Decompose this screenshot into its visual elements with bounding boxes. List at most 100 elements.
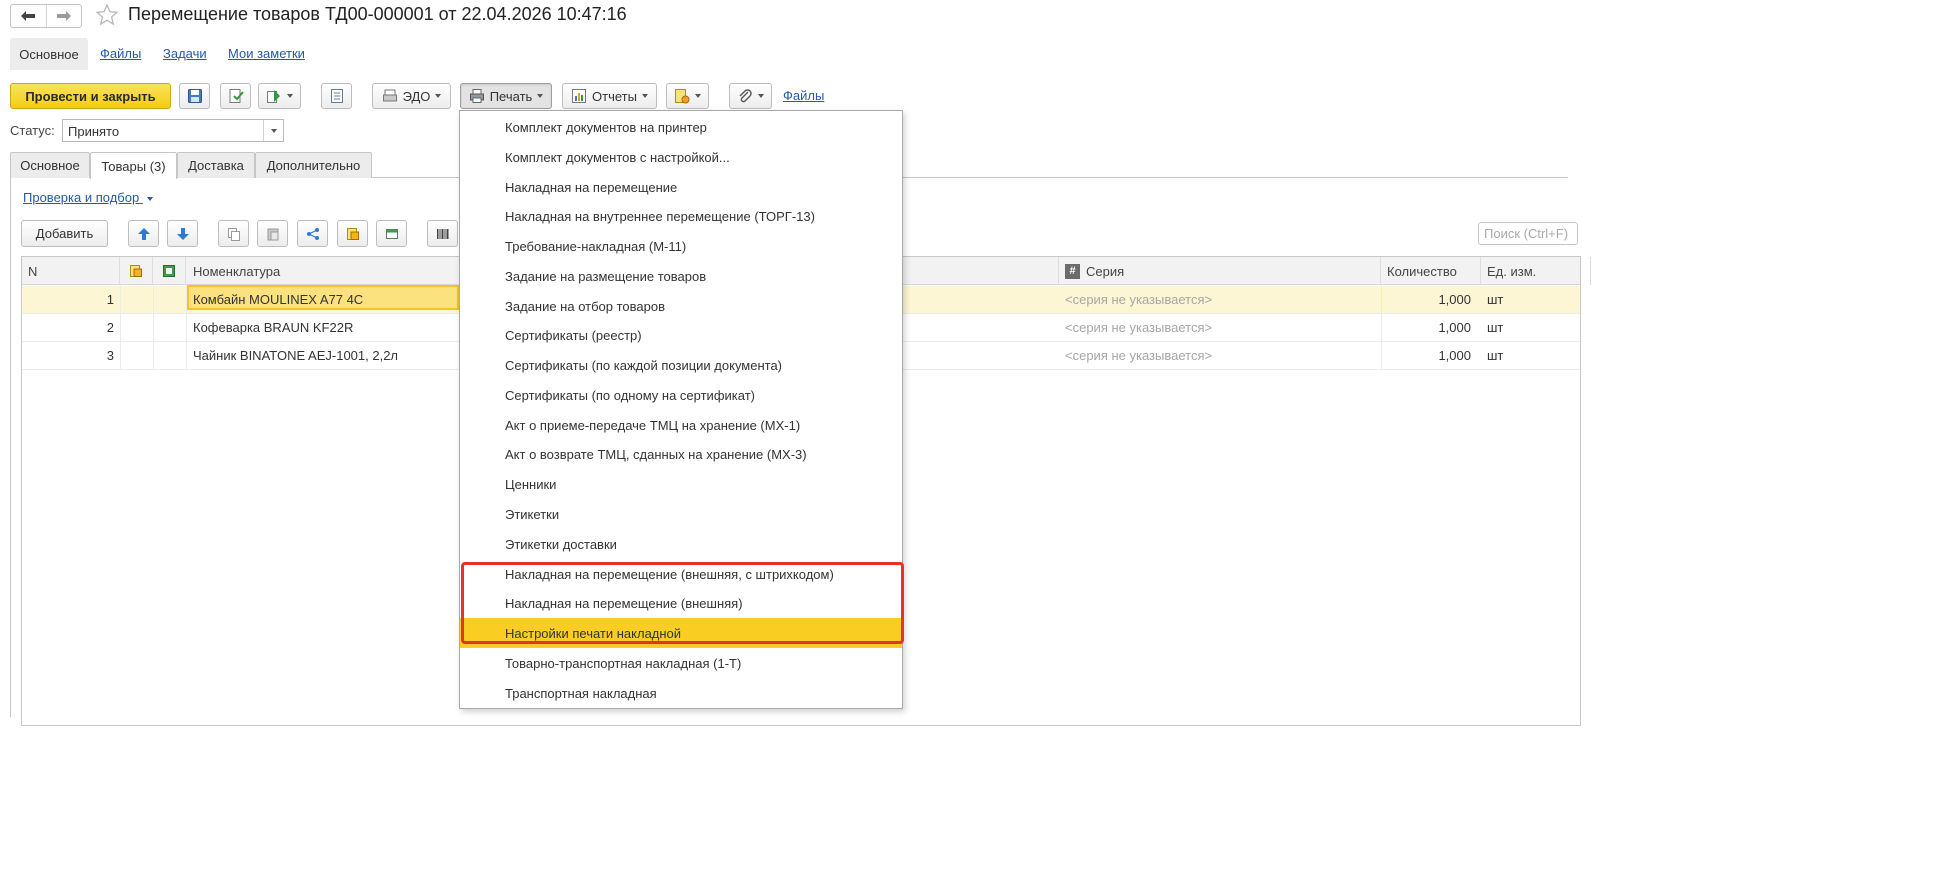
column-divider	[1381, 285, 1382, 369]
search-input[interactable]: Поиск (Ctrl+F)	[1478, 222, 1578, 245]
tab-goods[interactable]: Товары (3)	[90, 152, 177, 179]
favorite-star-icon[interactable]	[95, 3, 119, 27]
row-number: 3	[106, 348, 114, 363]
check-and-select-link[interactable]: Проверка и подбор	[23, 190, 153, 205]
arrow-right-icon	[56, 11, 71, 21]
arrow-left-icon	[21, 11, 36, 21]
move-down-button[interactable]	[167, 220, 198, 247]
paperclip-icon	[739, 89, 752, 103]
fill-table-button[interactable]	[376, 220, 407, 247]
menu-item[interactable]: Товарно-транспортная накладная (1-Т)	[460, 648, 902, 678]
chevron-down-icon	[537, 94, 544, 98]
menu-item[interactable]: Акт о приеме-передаче ТМЦ на хранение (М…	[460, 410, 902, 440]
section-tab-main[interactable]: Основное	[10, 38, 88, 70]
chevron-down-icon	[758, 94, 764, 98]
column-header-quantity[interactable]: Количество	[1381, 257, 1481, 285]
menu-item[interactable]: Комплект документов на принтер	[460, 112, 902, 142]
files-link[interactable]: Файлы	[783, 88, 824, 103]
floppy-disk-icon	[187, 89, 202, 103]
menu-item[interactable]: Требование-накладная (М-11)	[460, 231, 902, 261]
column-header-doc-icon[interactable]	[120, 257, 153, 285]
row-series[interactable]: <серия не указывается>	[1059, 314, 1218, 341]
row-quantity[interactable]: 1,000	[1381, 342, 1477, 369]
chevron-down-icon	[287, 94, 293, 98]
add-row-button[interactable]: Добавить	[21, 220, 108, 247]
menu-item[interactable]: Накладная на перемещение	[460, 172, 902, 202]
column-header-status-icon[interactable]	[153, 257, 186, 285]
section-tab-files[interactable]: Файлы	[100, 46, 141, 61]
tab-additional[interactable]: Дополнительно	[255, 152, 372, 178]
column-header-n[interactable]: N	[22, 257, 120, 285]
chevron-down-icon	[695, 94, 701, 98]
split-row-button[interactable]	[297, 220, 328, 247]
menu-item[interactable]: Комплект документов с настройкой...	[460, 142, 902, 172]
menu-item[interactable]: Сертификаты (реестр)	[460, 320, 902, 350]
status-select[interactable]: Принято	[62, 119, 284, 142]
post-button[interactable]	[220, 83, 251, 109]
edo-button[interactable]: ЭДО	[372, 83, 451, 109]
create-based-on-button[interactable]	[258, 83, 301, 109]
attach-file-button[interactable]	[729, 83, 772, 109]
barcode-button[interactable]	[427, 220, 458, 247]
forward-button[interactable]	[45, 5, 82, 27]
row-number: 2	[106, 320, 114, 335]
menu-item[interactable]: Накладная на внутреннее перемещение (ТОР…	[460, 201, 902, 231]
chevron-down-icon	[435, 94, 442, 98]
post-and-close-button[interactable]: Провести и закрыть	[10, 83, 171, 109]
paste-row-button[interactable]	[257, 220, 288, 247]
column-header-unit[interactable]: Ед. изм.	[1481, 257, 1591, 285]
structure-button[interactable]	[321, 83, 352, 109]
check-and-select-label: Проверка и подбор	[23, 190, 140, 205]
additional-actions-button[interactable]	[666, 83, 709, 109]
copy-row-button[interactable]	[218, 220, 249, 247]
row-series[interactable]: <серия не указывается>	[1059, 342, 1218, 369]
menu-item-highlighted[interactable]: Настройки печати накладной	[460, 618, 902, 648]
section-tab-notes[interactable]: Мои заметки	[228, 46, 305, 61]
create-based-on-icon	[267, 90, 280, 103]
printer-icon	[469, 89, 484, 103]
save-button[interactable]	[179, 83, 210, 109]
row-quantity[interactable]: 1,000	[1381, 314, 1477, 341]
print-button[interactable]: Печать	[460, 83, 552, 109]
menu-item[interactable]: Задание на размещение товаров	[460, 261, 902, 291]
green-status-icon	[163, 265, 175, 277]
menu-item[interactable]: Ценники	[460, 469, 902, 499]
move-up-button[interactable]	[128, 220, 159, 247]
row-quantity[interactable]: 1,000	[1381, 286, 1477, 313]
row-series[interactable]: <серия не указывается>	[1059, 286, 1218, 313]
tab-delivery[interactable]: Доставка	[177, 152, 255, 178]
row-nomenclature[interactable]: Чайник BINATONE AEJ-1001, 2,2л	[187, 342, 404, 369]
back-button[interactable]	[11, 5, 46, 27]
menu-item[interactable]: Накладная на перемещение (внешняя, с штр…	[460, 559, 902, 589]
print-menu: Комплект документов на принтер Комплект …	[459, 110, 903, 709]
reports-button[interactable]: Отчеты	[562, 83, 657, 109]
edo-button-label: ЭДО	[402, 88, 431, 104]
chevron-down-icon	[270, 128, 277, 133]
row-nomenclature[interactable]: Кофеварка BRAUN KF22R	[187, 314, 359, 341]
row-nomenclature[interactable]: Комбайн MOULINEX A77 4C	[187, 286, 369, 313]
column-header-series[interactable]: # Серия	[1059, 257, 1381, 285]
document-title: Перемещение товаров ТД00-000001 от 22.04…	[128, 4, 627, 24]
post-document-icon	[229, 89, 244, 103]
row-unit[interactable]: шт	[1481, 286, 1509, 313]
section-tab-tasks[interactable]: Задачи	[163, 46, 207, 61]
menu-item[interactable]: Этикетки	[460, 499, 902, 529]
menu-item[interactable]: Задание на отбор товаров	[460, 291, 902, 321]
menu-item[interactable]: Транспортная накладная	[460, 678, 902, 708]
menu-item[interactable]: Сертификаты (по одному на сертификат)	[460, 380, 902, 410]
column-divider	[120, 285, 121, 369]
row-unit[interactable]: шт	[1481, 342, 1509, 369]
row-unit[interactable]: шт	[1481, 314, 1509, 341]
print-button-label: Печать	[489, 88, 533, 104]
tab-main[interactable]: Основное	[10, 152, 90, 178]
menu-item[interactable]: Этикетки доставки	[460, 529, 902, 559]
arrow-down-icon	[176, 227, 189, 240]
menu-item[interactable]: Сертификаты (по каждой позиции документа…	[460, 350, 902, 380]
arrow-up-icon	[137, 227, 150, 240]
menu-item[interactable]: Накладная на перемещение (внешняя)	[460, 588, 902, 618]
status-dropdown-button[interactable]	[263, 120, 283, 141]
fill-series-button[interactable]	[337, 220, 368, 247]
document-gear-icon	[675, 89, 690, 104]
history-nav	[10, 4, 82, 28]
menu-item[interactable]: Акт о возврате ТМЦ, сданных на хранение …	[460, 439, 902, 469]
